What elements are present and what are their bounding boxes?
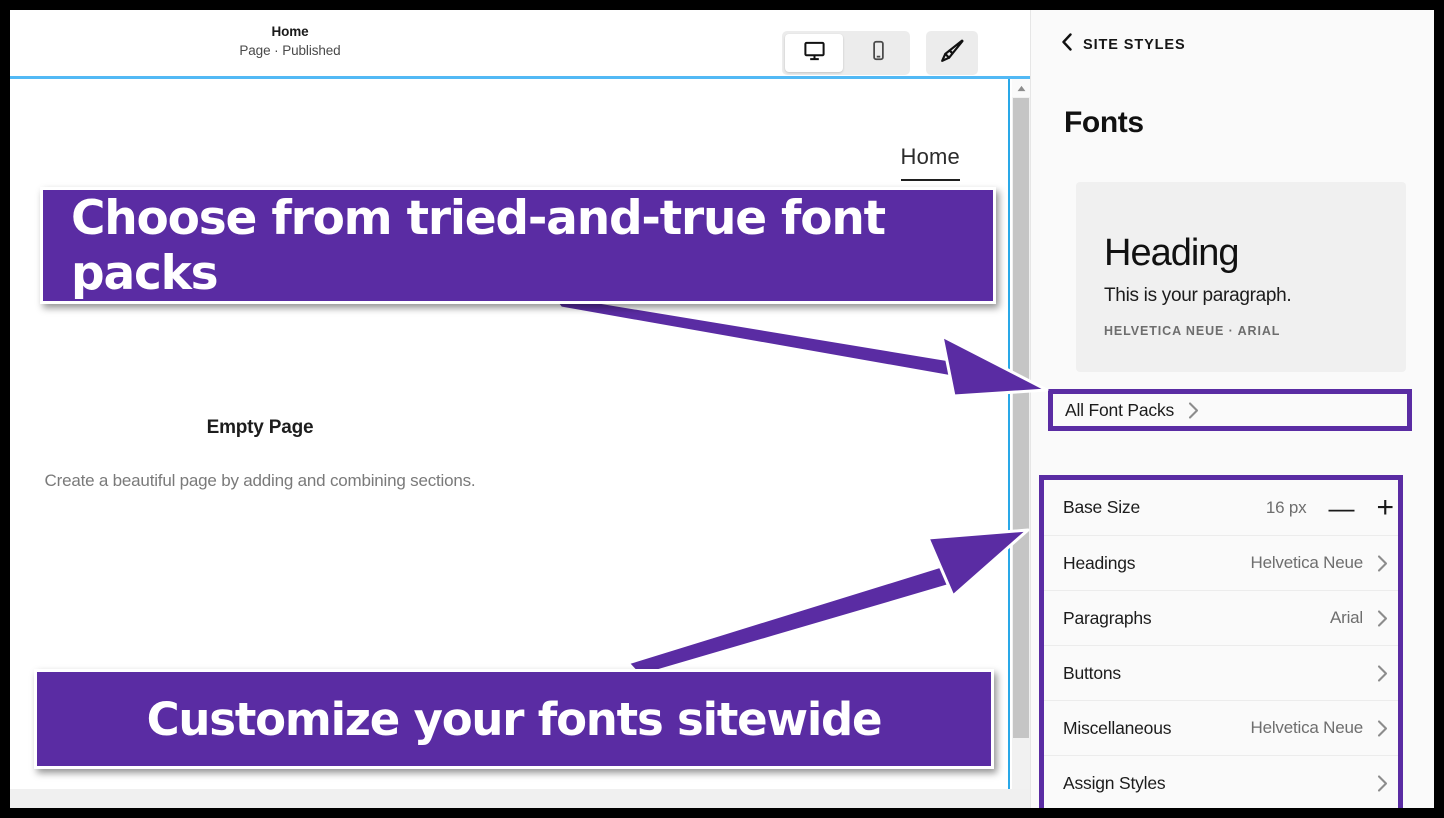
mobile-phone-icon bbox=[868, 40, 889, 66]
chevron-right-icon bbox=[1188, 401, 1199, 419]
desktop-view-button[interactable] bbox=[785, 34, 843, 72]
chevron-right-icon bbox=[1377, 609, 1388, 627]
mobile-view-button[interactable] bbox=[849, 34, 907, 72]
base-size-stepper[interactable]: — + bbox=[1328, 492, 1394, 523]
panel-back-button[interactable]: SITE STYLES bbox=[1061, 33, 1186, 56]
screenshot-frame: Home Page · Published Home Empty Page Cr… bbox=[10, 10, 1434, 808]
canvas-bottom-strip bbox=[10, 789, 1030, 808]
base-size-row[interactable]: Base Size 16 px — + bbox=[1044, 480, 1398, 535]
editor-top-bar: Home Page · Published bbox=[10, 10, 1030, 75]
miscellaneous-value: Helvetica Neue bbox=[1250, 718, 1364, 737]
headings-row[interactable]: Headings Helvetica Neue bbox=[1044, 535, 1398, 590]
chevron-right-icon bbox=[1377, 719, 1388, 737]
base-size-value: 16 px bbox=[1265, 497, 1307, 517]
buttons-row[interactable]: Buttons bbox=[1044, 645, 1398, 700]
annotation-banner-top: Choose from tried-and-true font packs bbox=[40, 187, 996, 304]
annotation-banner-bottom: Customize your fonts sitewide bbox=[34, 669, 994, 769]
all-font-packs-highlight: All Font Packs bbox=[1048, 389, 1412, 431]
headings-label: Headings bbox=[1063, 552, 1136, 573]
paragraphs-row[interactable]: Paragraphs Arial bbox=[1044, 590, 1398, 645]
preview-heading-sample: Heading bbox=[1104, 232, 1240, 274]
assign-styles-row[interactable]: Assign Styles bbox=[1044, 755, 1398, 808]
empty-page-title: Empty Page bbox=[206, 417, 314, 438]
desktop-monitor-icon bbox=[803, 39, 826, 67]
panel-back-label: SITE STYLES bbox=[1083, 36, 1186, 53]
scroll-up-arrow-icon[interactable] bbox=[1012, 79, 1030, 97]
empty-page-description: Create a beautiful page by adding and co… bbox=[44, 471, 476, 490]
paragraphs-label: Paragraphs bbox=[1063, 607, 1152, 628]
site-editor-pane: Home Page · Published Home Empty Page Cr… bbox=[10, 10, 1049, 808]
chevron-right-icon bbox=[1377, 664, 1388, 682]
preview-font-names: HELVETICA NEUE · ARIAL bbox=[1104, 324, 1281, 338]
preview-paragraph-sample: This is your paragraph. bbox=[1104, 285, 1292, 306]
headings-value: Helvetica Neue bbox=[1250, 553, 1364, 572]
assign-styles-label: Assign Styles bbox=[1063, 772, 1166, 793]
plus-icon[interactable]: + bbox=[1376, 492, 1394, 523]
all-font-packs-label: All Font Packs bbox=[1065, 399, 1175, 420]
site-styles-panel: SITE STYLES Fonts Heading This is your p… bbox=[1030, 10, 1434, 808]
panel-title: Fonts bbox=[1064, 106, 1144, 139]
paragraphs-value: Arial bbox=[1329, 608, 1363, 627]
chevron-left-icon bbox=[1061, 33, 1073, 56]
base-size-label: Base Size bbox=[1063, 497, 1140, 517]
font-settings-highlight: Base Size 16 px — + Headings Helvetica N… bbox=[1039, 475, 1403, 808]
paintbrush-icon bbox=[939, 37, 966, 69]
buttons-label: Buttons bbox=[1063, 662, 1121, 683]
canvas-vertical-scrollbar[interactable] bbox=[1012, 79, 1030, 789]
page-meta: Home Page · Published bbox=[10, 22, 570, 60]
annotation-banner-top-text: Choose from tried-and-true font packs bbox=[71, 190, 886, 301]
site-styles-brush-button[interactable] bbox=[926, 31, 978, 75]
all-font-packs-row[interactable]: All Font Packs bbox=[1053, 394, 1407, 426]
miscellaneous-row[interactable]: Miscellaneous Helvetica Neue bbox=[1044, 700, 1398, 755]
device-view-toggle[interactable] bbox=[782, 31, 910, 75]
page-status: Page · Published bbox=[239, 43, 341, 58]
scrollbar-thumb[interactable] bbox=[1013, 98, 1029, 738]
annotation-banner-bottom-text: Customize your fonts sitewide bbox=[146, 692, 883, 746]
minus-icon[interactable]: — bbox=[1328, 495, 1354, 521]
font-preview-card: Heading This is your paragraph. HELVETIC… bbox=[1076, 182, 1406, 372]
page-title: Home bbox=[271, 24, 309, 39]
canvas-nav-home-link[interactable]: Home bbox=[900, 144, 960, 181]
miscellaneous-label: Miscellaneous bbox=[1063, 717, 1172, 738]
chevron-right-icon bbox=[1377, 554, 1388, 572]
chevron-right-icon bbox=[1377, 774, 1388, 792]
